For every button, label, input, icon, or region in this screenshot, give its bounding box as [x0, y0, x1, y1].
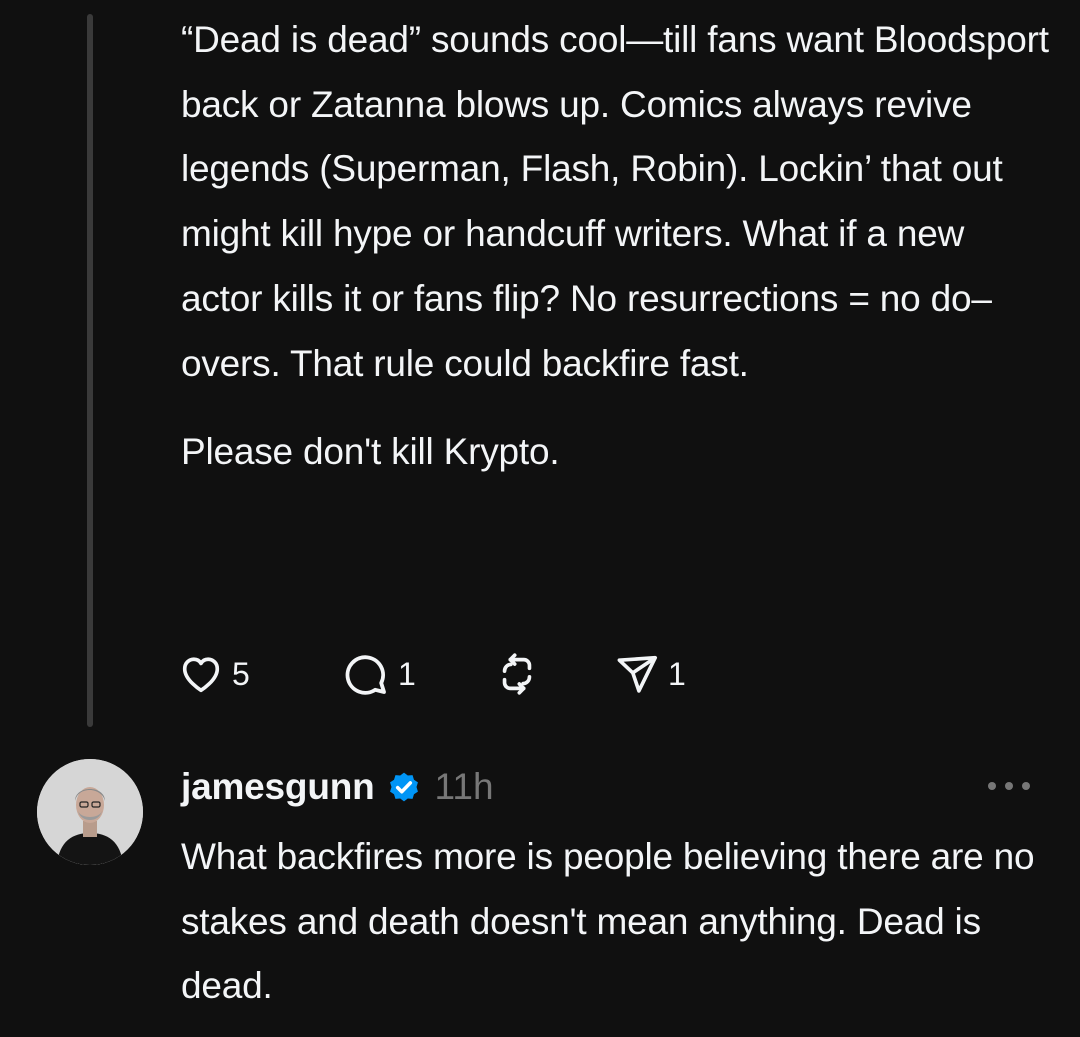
- like-count: 5: [232, 655, 250, 692]
- username[interactable]: jamesgunn: [181, 766, 375, 808]
- timestamp: 11h: [434, 766, 494, 807]
- paper-plane-icon: [614, 651, 660, 697]
- reply-header: jamesgunn 11h: [181, 756, 494, 818]
- share-button[interactable]: 1: [614, 642, 686, 706]
- reply-text: What backfires more is people believing …: [181, 836, 1035, 1007]
- heart-icon: [178, 651, 224, 697]
- post-paragraph: “Dead is dead” sounds cool—till fans wan…: [181, 19, 1049, 384]
- more-options-button[interactable]: [982, 770, 1036, 806]
- parent-post-body: “Dead is dead” sounds cool—till fans wan…: [181, 8, 1051, 485]
- post-paragraph: Please don't kill Krypto.: [181, 431, 560, 473]
- thread-connector-line: [87, 14, 93, 727]
- reply-count: 1: [398, 655, 416, 692]
- repost-button[interactable]: [494, 642, 614, 706]
- reply-button[interactable]: 1: [342, 642, 494, 706]
- share-count: 1: [668, 655, 686, 692]
- verified-badge-icon: [385, 768, 423, 806]
- more-horizontal-icon: [985, 779, 1033, 797]
- repost-icon: [494, 651, 540, 697]
- reply-body: What backfires more is people believing …: [181, 825, 1051, 1019]
- avatar[interactable]: [37, 759, 143, 865]
- comment-bubble-icon: [342, 650, 390, 698]
- post-action-bar: 5 1 1: [178, 642, 686, 706]
- like-button[interactable]: 5: [178, 642, 342, 706]
